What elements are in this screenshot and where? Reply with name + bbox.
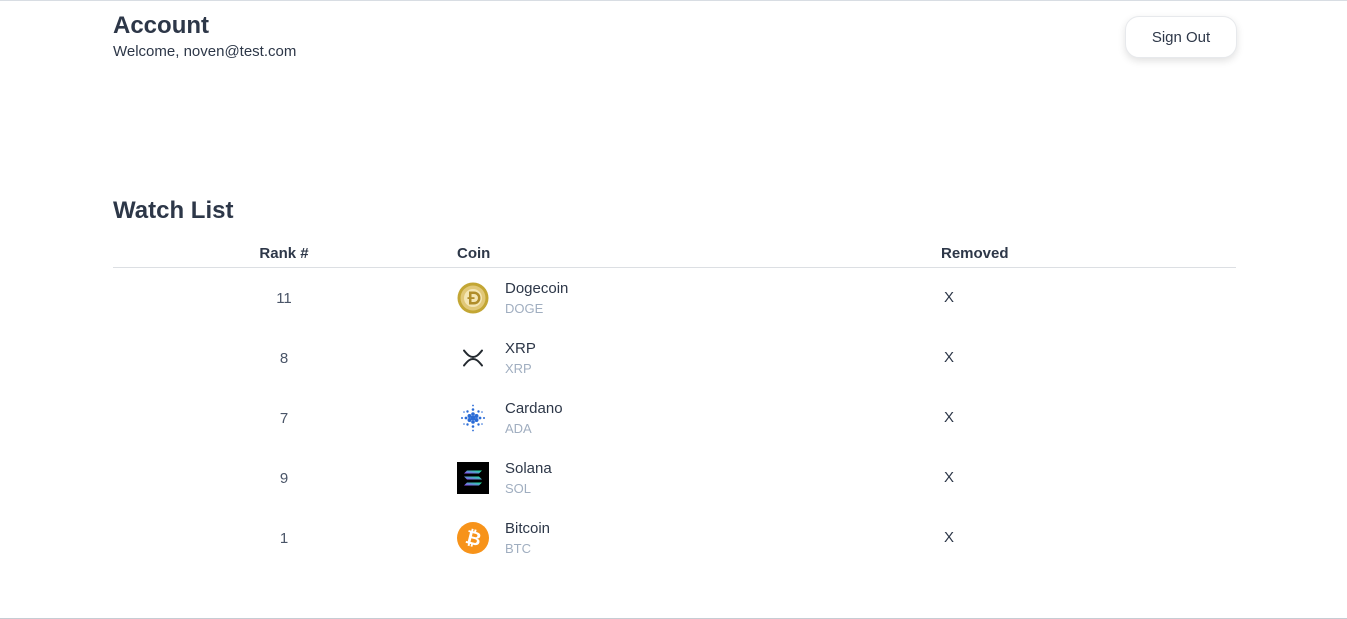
xrp-icon xyxy=(457,342,489,374)
rank-cell: 9 xyxy=(279,470,289,487)
cardano-icon xyxy=(457,402,489,434)
watchlist-title: Watch List xyxy=(113,197,234,224)
coin-name: Dogecoin xyxy=(505,280,569,297)
sign-out-button[interactable]: Sign Out xyxy=(1125,16,1237,58)
remove-coin-button[interactable]: X xyxy=(940,348,958,368)
coin-symbol: BTC xyxy=(505,541,531,556)
rank-cell: 1 xyxy=(279,530,289,547)
table-row: 9 Solana SOL X xyxy=(113,448,1236,508)
rank-cell: 8 xyxy=(279,350,289,367)
remove-coin-button[interactable]: X xyxy=(940,468,958,488)
coin-name: XRP xyxy=(505,340,536,357)
dogecoin-icon xyxy=(457,282,489,314)
remove-coin-button[interactable]: X xyxy=(940,528,958,548)
remove-coin-button[interactable]: X xyxy=(940,408,958,428)
bitcoin-icon: ₿ xyxy=(457,522,489,554)
column-header-rank: Rank # xyxy=(259,245,309,262)
column-header-removed: Removed xyxy=(941,245,1009,262)
watchlist-table: Rank # Coin Removed 11 Dogecoin DOGE X 8 xyxy=(113,241,1236,568)
table-row: 1 ₿ Bitcoin BTC X xyxy=(113,508,1236,568)
table-body: 11 Dogecoin DOGE X 8 XRP XRP X 7 Cardano… xyxy=(113,268,1236,568)
page-title: Account xyxy=(113,12,209,39)
coin-name: Solana xyxy=(505,460,552,477)
coin-symbol: ADA xyxy=(505,421,532,436)
table-row: 7 Cardano ADA X xyxy=(113,388,1236,448)
coin-name: Cardano xyxy=(505,400,563,417)
rank-cell: 11 xyxy=(276,290,292,307)
solana-icon xyxy=(457,462,489,494)
coin-symbol: XRP xyxy=(505,361,532,376)
column-header-coin: Coin xyxy=(457,245,491,262)
table-header: Rank # Coin Removed xyxy=(113,241,1236,268)
coin-name: Bitcoin xyxy=(505,520,551,537)
table-row: 11 Dogecoin DOGE X xyxy=(113,268,1236,328)
coin-symbol: SOL xyxy=(505,481,532,496)
rank-cell: 7 xyxy=(279,410,289,427)
welcome-message: Welcome, noven@test.com xyxy=(113,43,297,60)
table-row: 8 XRP XRP X xyxy=(113,328,1236,388)
coin-symbol: DOGE xyxy=(505,301,544,316)
remove-coin-button[interactable]: X xyxy=(940,288,958,308)
account-header: Account Welcome, noven@test.com xyxy=(113,11,296,62)
